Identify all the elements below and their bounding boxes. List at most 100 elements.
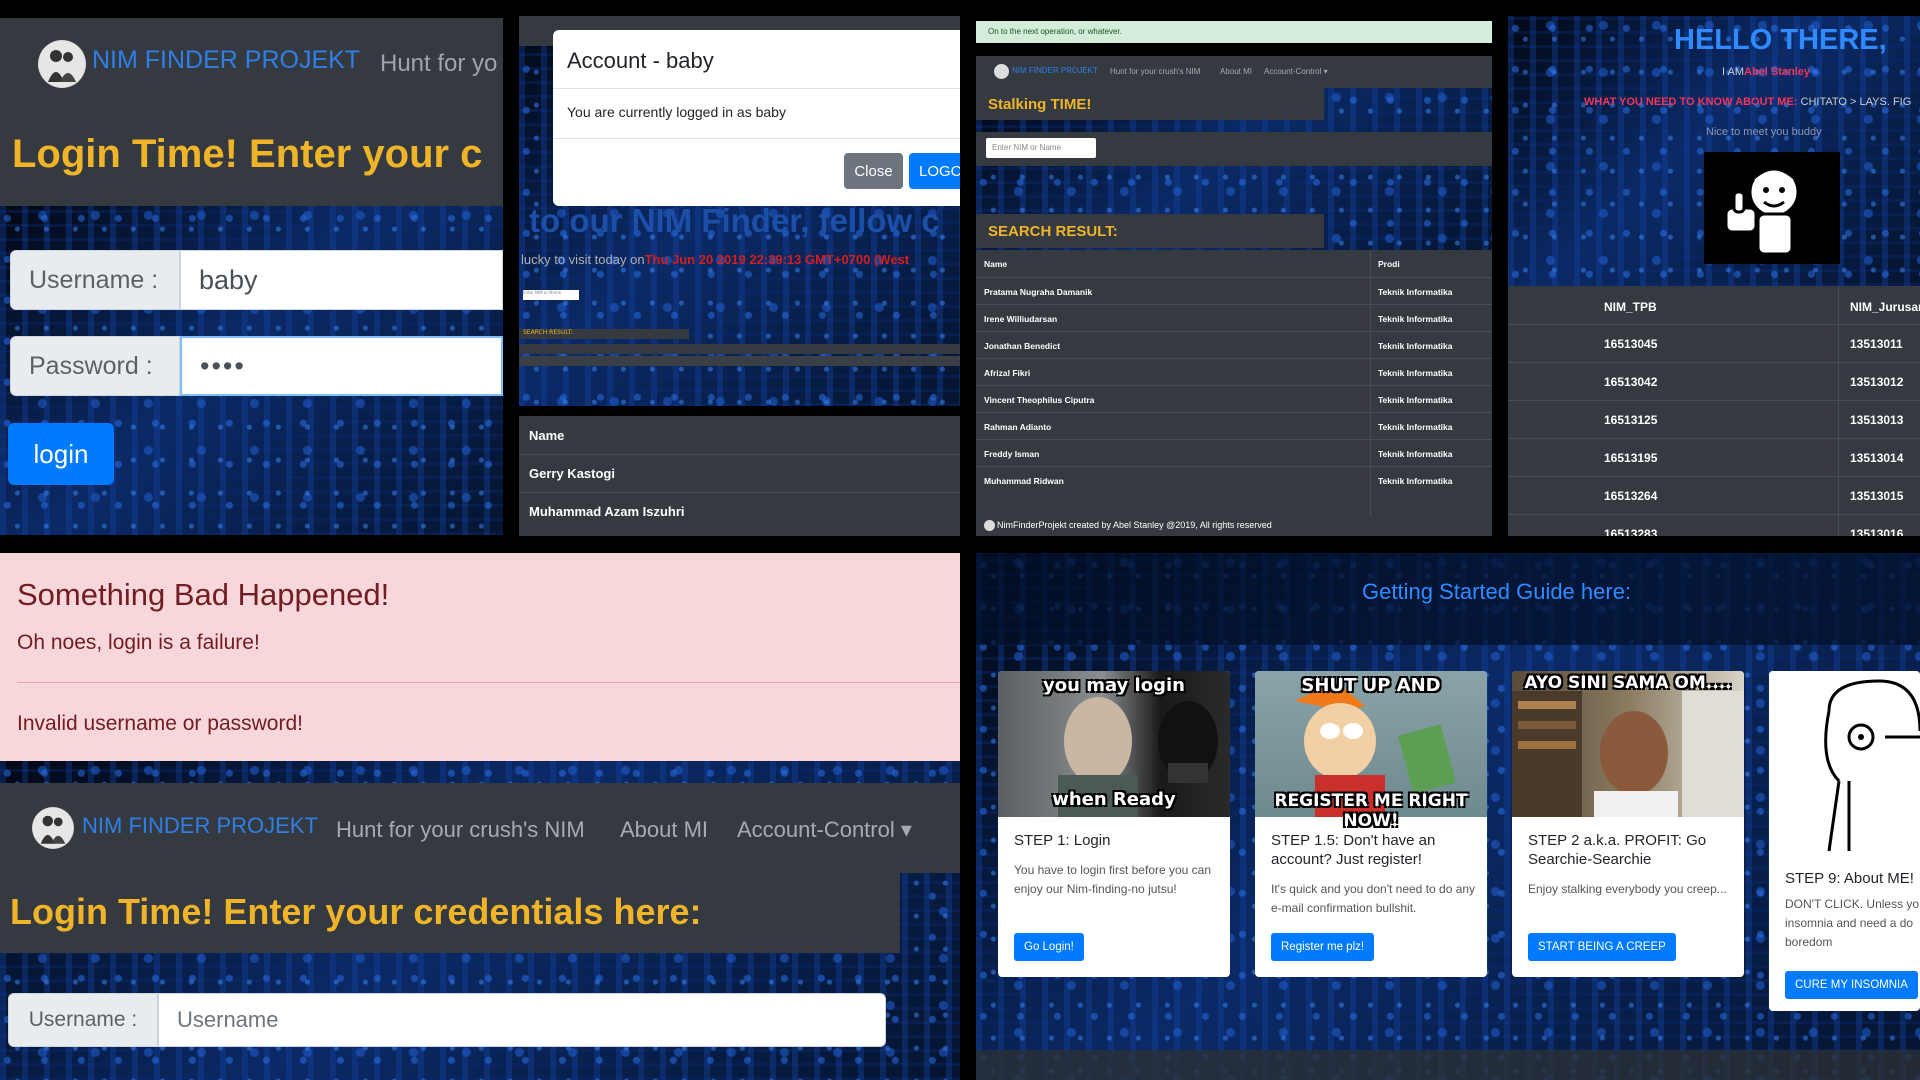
password-group: Password : •••• <box>10 336 503 396</box>
meme-caption-top: SHUT UP AND <box>1301 675 1441 696</box>
page-header: Login Time! Enter your c <box>0 118 503 206</box>
guide-card-search: AYO SINI SAMA OM.... STEP 2 a.k.a. PROFI… <box>1512 671 1744 977</box>
nav-dropdown-account[interactable]: Account-Control ▾ <box>737 817 912 843</box>
register-button[interactable]: Register me plz! <box>1271 933 1375 961</box>
modal-divider <box>553 88 960 89</box>
start-creep-button[interactable]: START BEING A CREEP <box>1528 933 1676 961</box>
card-text: Enjoy stalking everybody you creep... <box>1528 882 1727 896</box>
nav-link-hunt[interactable]: Hunt for yo <box>380 50 497 78</box>
welcome-heading: to our NIM Finder, fellow c <box>529 202 940 239</box>
mini-search-preview: Enter NIM or Name SEARCH RESULT: <box>519 286 960 366</box>
account-modal: Account - baby You are currently logged … <box>553 30 960 206</box>
error-alert: Something Bad Happened! Oh noes, login i… <box>0 553 960 761</box>
page-title: Login Time! Enter your credentials here: <box>10 891 702 932</box>
nav-dropdown-account[interactable]: Account-Control ▾ <box>1264 67 1328 76</box>
login-button[interactable]: login <box>8 423 114 485</box>
table-row: Gerry Kastogi <box>519 454 960 492</box>
table-row: Muhammad Azam Iszuhri <box>519 492 960 530</box>
alert-title: Something Bad Happened! <box>17 577 390 612</box>
page-header: Login Time! Enter your credentials here: <box>0 873 900 953</box>
about-panel: HELLO THERE, I AMAbel Stanley WHAT YOU N… <box>1508 16 1920 536</box>
alert-detail: Invalid username or password! <box>17 712 303 735</box>
stalking-header: Stalking TIME! <box>976 88 1324 120</box>
brand-link[interactable]: NIM FINDER PROJEKT <box>92 46 360 75</box>
card-text: DON'T CLICK. Unless yo insomnia and need… <box>1785 897 1920 949</box>
table-row: Rahman Adianto Teknik Informatika <box>976 412 1492 439</box>
about-line: WHAT YOU NEED TO KNOW ABOUT ME: CHITATO … <box>1584 96 1912 108</box>
table-header: Name Prodi <box>984 259 1400 269</box>
hello-heading: HELLO THERE, <box>1674 24 1887 56</box>
username-input[interactable]: Username <box>158 993 886 1047</box>
footer: NimFinderProjekt created by Abel Stanley… <box>976 516 1492 536</box>
search-result-panel: On to the next operation, or whatever. N… <box>976 18 1492 536</box>
search-result-title: SEARCH RESULT: <box>988 223 1118 240</box>
page-title: Login Time! Enter your c <box>12 132 483 176</box>
column-header-nim-tpb: NIM_TPB <box>1604 300 1657 314</box>
search-bar: Enter NIM or Name <box>976 132 1492 166</box>
close-button[interactable]: Close <box>844 153 903 189</box>
table-row: 16513045 13513011 <box>1508 324 1920 362</box>
search-result-header: SEARCH RESULT: <box>976 214 1324 248</box>
modal-body: You are currently logged in as baby <box>567 104 786 120</box>
navbar: NIM FINDER PROJEKT Hunt for your crush's… <box>976 56 1492 88</box>
table-row: Jonathan Benedict Teknik Informatika <box>976 331 1492 358</box>
table-row: Vincent Theophilus Ciputra Teknik Informa… <box>976 385 1492 412</box>
table-header: Name <box>529 427 565 443</box>
footer-text: NimFinderProjekt created by Abel Stanley… <box>997 520 1272 530</box>
guide-card-register: SHUT UP AND REGISTER ME RIGHT NOW! STEP … <box>1255 671 1487 977</box>
username-label: Username : <box>10 250 180 310</box>
nav-link-about[interactable]: About MI <box>1220 67 1252 76</box>
search-input[interactable]: Enter NIM or Name <box>986 138 1096 158</box>
alert-divider <box>17 682 960 683</box>
logo-icon <box>984 520 995 532</box>
logo-icon[interactable] <box>994 64 1009 79</box>
password-label: Password : <box>10 336 180 396</box>
visit-date-text: lucky to visit today onThu Jun 20 2019 2… <box>521 252 910 267</box>
mini-search-result-title: SEARCH RESULT: <box>519 329 689 339</box>
collage: NIM FINDER PROJEKT Hunt for yo Login Tim… <box>0 0 1920 1080</box>
mini-table-row <box>519 356 960 366</box>
footer-strip <box>976 1050 1920 1080</box>
username-input[interactable]: baby <box>180 250 503 310</box>
username-group: Username : baby <box>10 250 503 310</box>
greeting-text: Nice to meet you buddy <box>1706 126 1822 138</box>
logo-icon[interactable] <box>32 807 74 849</box>
login-panel: NIM FINDER PROJEKT Hunt for yo Login Tim… <box>0 0 503 535</box>
cure-insomnia-button[interactable]: CURE MY INSOMNIA <box>1785 971 1918 999</box>
column-header-nim-jurusan: NIM_Jurusan <box>1850 300 1920 314</box>
stalking-title: Stalking TIME! <box>988 96 1092 113</box>
nav-link-hunt[interactable]: Hunt for your crush's NIM <box>336 817 585 843</box>
nav-link-about[interactable]: About MI <box>620 817 708 843</box>
account-modal-panel: to our NIM Finder, fellow c lucky to vis… <box>519 16 960 536</box>
meme-caption-bottom: REGISTER ME RIGHT NOW! <box>1274 791 1468 831</box>
nav-login-panel: NIM FINDER PROJEKT Hunt for your crush's… <box>0 761 960 1080</box>
go-login-button[interactable]: Go Login! <box>1014 933 1084 961</box>
card-title: STEP 9: About ME! <box>1785 870 1914 887</box>
logo-icon[interactable] <box>38 40 86 88</box>
card-title: STEP 1.5: Don't have an account? Just re… <box>1271 832 1436 868</box>
guide-card-about: STEP 9: About ME! DON'T CLICK. Unless yo… <box>1769 671 1920 1011</box>
brand-link[interactable]: NIM FINDER PROJEKT <box>82 813 318 839</box>
card-text: It's quick and you don't need to do any … <box>1271 882 1476 915</box>
mini-search-input[interactable]: Enter NIM or Name <box>523 290 579 300</box>
card-title: STEP 2 a.k.a. PROFIT: Go Searchie-Search… <box>1528 832 1707 868</box>
mini-table-header <box>519 344 960 354</box>
card-text: You have to login first before you can e… <box>1014 863 1212 896</box>
password-input[interactable]: •••• <box>180 336 503 396</box>
thumbs-up-mascot-icon <box>1704 152 1840 264</box>
success-alert: On to the next operation, or whatever. <box>976 21 1492 43</box>
meme-image: AYO SINI SAMA OM.... <box>1512 671 1744 817</box>
alert-message: Oh noes, login is a failure! <box>17 631 260 654</box>
username-group: Username : Username <box>8 993 886 1047</box>
navbar: NIM FINDER PROJEKT Hunt for yo <box>0 18 503 118</box>
nav-link-hunt[interactable]: Hunt for your crush's NIM <box>1110 67 1200 76</box>
logout-button[interactable]: LOGO <box>909 153 960 189</box>
table-row: 16513283 13513016 <box>1508 514 1920 536</box>
table-row: Freddy Isman Teknik Informatika <box>976 439 1492 466</box>
results-table: Name Prodi Pratama Nugraha Damanik Teknik … <box>976 250 1492 516</box>
modal-divider <box>553 138 960 139</box>
table-row: Irene Williudarsan Teknik Informatika <box>976 304 1492 331</box>
brand-link[interactable]: NIM FINDER PROJEKT <box>1012 66 1098 75</box>
getting-started-panel: Getting Started Guide here: you may logi… <box>976 553 1920 1080</box>
meme-caption-bottom: when Ready <box>1052 789 1176 810</box>
